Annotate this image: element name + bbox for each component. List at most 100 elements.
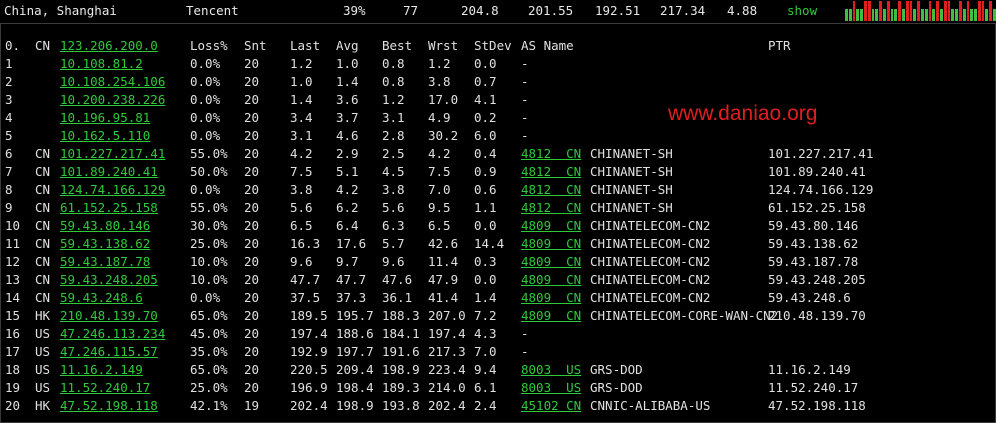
avg-value: 37.3 [336,290,367,305]
hop-row: 2 10.108.254.106 0.0% 20 1.0 1.4 0.8 3.8 0.7 - [1,73,995,91]
avg-value: 4.6 [336,128,359,143]
show-link[interactable]: show [787,3,817,18]
worst-value: 11.4 [428,254,459,269]
stdev-value: 9.4 [474,362,497,377]
asn-link[interactable]: 45102 CN [521,397,581,415]
worst-value: 6.5 [428,218,451,233]
avg-value: 188.6 [336,326,374,341]
host-link[interactable]: 59.43.138.62 [60,235,150,253]
hop-row: 1 10.108.81.2 0.0% 20 1.2 1.0 0.8 1.2 0.0 - [1,55,995,73]
summary-worst: 217.34 [660,3,706,18]
hop-number: 7 [5,164,13,179]
asn-link[interactable]: 4812 CN [521,163,581,181]
hop-row: 9 CN 61.152.25.158 55.0% 20 5.6 6.2 5.6 9.5 1.1 48… [1,199,995,217]
stdev-value: 0.9 [474,164,497,179]
summary-loss: 39% [343,3,366,18]
host-link[interactable]: 101.227.217.41 [60,145,165,163]
last-value: 220.5 [290,362,328,377]
hop-number: 11 [5,236,21,251]
host-link[interactable]: 47.246.115.57 [60,343,158,361]
asn-link[interactable]: 4809 CN [521,217,581,235]
summary-bar: China, Shanghai Tencent 39% 77 204.8 201… [0,0,996,22]
asn-link[interactable]: 8003 US [521,361,581,379]
loss-value: 0.0% [190,110,221,125]
best-value: 1.2 [382,92,405,107]
loss-value: 50.0% [190,164,228,179]
country-code: US [35,362,51,377]
asn-link[interactable]: 4812 CN [521,145,581,163]
sent-value: 20 [244,326,260,341]
loss-value: 0.0% [190,56,221,71]
host-link[interactable]: 210.48.139.70 [60,307,158,325]
host-link[interactable]: 10.108.81.2 [60,55,143,73]
stdev-value: 0.0 [474,218,497,233]
hop-row: 11 CN 59.43.138.62 25.0% 20 16.3 17.6 5.7 42.6 14… [1,235,995,253]
summary-best: 192.51 [595,3,641,18]
avg-value: 3.7 [336,110,359,125]
as-name: - [521,128,529,143]
host-link[interactable]: 47.246.113.234 [60,325,165,343]
mini-graph-bar [909,1,913,21]
loss-value: 30.0% [190,218,228,233]
host-link[interactable]: 59.43.187.78 [60,253,150,271]
header-best: Best [382,38,413,53]
mini-graph-bar [955,9,958,21]
ptr-value: 59.43.187.78 [768,254,859,269]
mini-graph-bar [867,1,871,21]
as-name: GRS-DOD [590,362,643,377]
host-link[interactable]: 11.16.2.149 [60,361,143,379]
sent-value: 19 [244,398,260,413]
last-value: 1.2 [290,56,313,71]
mini-graph-bar [905,1,909,21]
as-name: - [521,110,529,125]
sent-value: 20 [244,254,260,269]
host-link[interactable]: 10.162.5.110 [60,127,150,145]
as-name: - [521,344,529,359]
last-value: 1.4 [290,92,313,107]
header-target-host[interactable]: 123.206.200.0 [60,37,158,55]
host-link[interactable]: 59.43.248.205 [60,271,158,289]
asn-link[interactable]: 4809 CN [521,253,581,271]
host-link[interactable]: 124.74.166.129 [60,181,165,199]
worst-value: 3.8 [428,74,451,89]
host-link[interactable]: 61.152.25.158 [60,199,158,217]
mini-graph-bar [901,9,905,21]
country-code: CN [35,146,51,161]
hop-row: 13 CN 59.43.248.205 10.0% 20 47.7 47.7 47.6 47.9… [1,271,995,289]
sent-value: 20 [244,164,260,179]
host-link[interactable]: 47.52.198.118 [60,397,158,415]
host-link[interactable]: 10.200.238.226 [60,91,165,109]
asn-link[interactable]: 4812 CN [521,181,581,199]
worst-value: 202.4 [428,398,466,413]
hop-row: 8 CN 124.74.166.129 0.0% 20 3.8 4.2 3.8 7.0 0.6 48… [1,181,995,199]
best-value: 3.8 [382,182,405,197]
host-link[interactable]: 101.89.240.41 [60,163,158,181]
stdev-value: 0.2 [474,110,497,125]
last-value: 3.1 [290,128,313,143]
host-link[interactable]: 11.52.240.17 [60,379,150,397]
asn-link[interactable]: 4812 CN [521,199,581,217]
header-stdev: StDev [474,38,512,53]
ptr-value: 101.89.240.41 [768,164,866,179]
avg-value: 6.2 [336,200,359,215]
host-link[interactable]: 59.43.80.146 [60,217,150,235]
loss-value: 25.0% [190,380,228,395]
mini-graph-bar [920,9,924,21]
host-link[interactable]: 10.108.254.106 [60,73,165,91]
worst-value: 197.4 [428,326,466,341]
asn-link[interactable]: 4809 CN [521,289,581,307]
as-name: CHINATELECOM-CN2 [590,272,711,287]
host-link[interactable]: 59.43.248.6 [60,289,143,307]
best-value: 36.1 [382,290,413,305]
host-link[interactable]: 10.196.95.81 [60,109,150,127]
hop-number: 16 [5,326,21,341]
asn-link[interactable]: 4809 CN [521,271,581,289]
country-code: HK [35,398,51,413]
asn-link[interactable]: 8003 US [521,379,581,397]
hop-number: 2 [5,74,13,89]
asn-link[interactable]: 4809 CN [521,235,581,253]
asn-link[interactable]: 4809 CN [521,307,581,325]
hop-row: 5 10.162.5.110 0.0% 20 3.1 4.6 2.8 30.2 6.0 - [1,127,995,145]
country-code: CN [35,236,51,251]
last-value: 202.4 [290,398,328,413]
